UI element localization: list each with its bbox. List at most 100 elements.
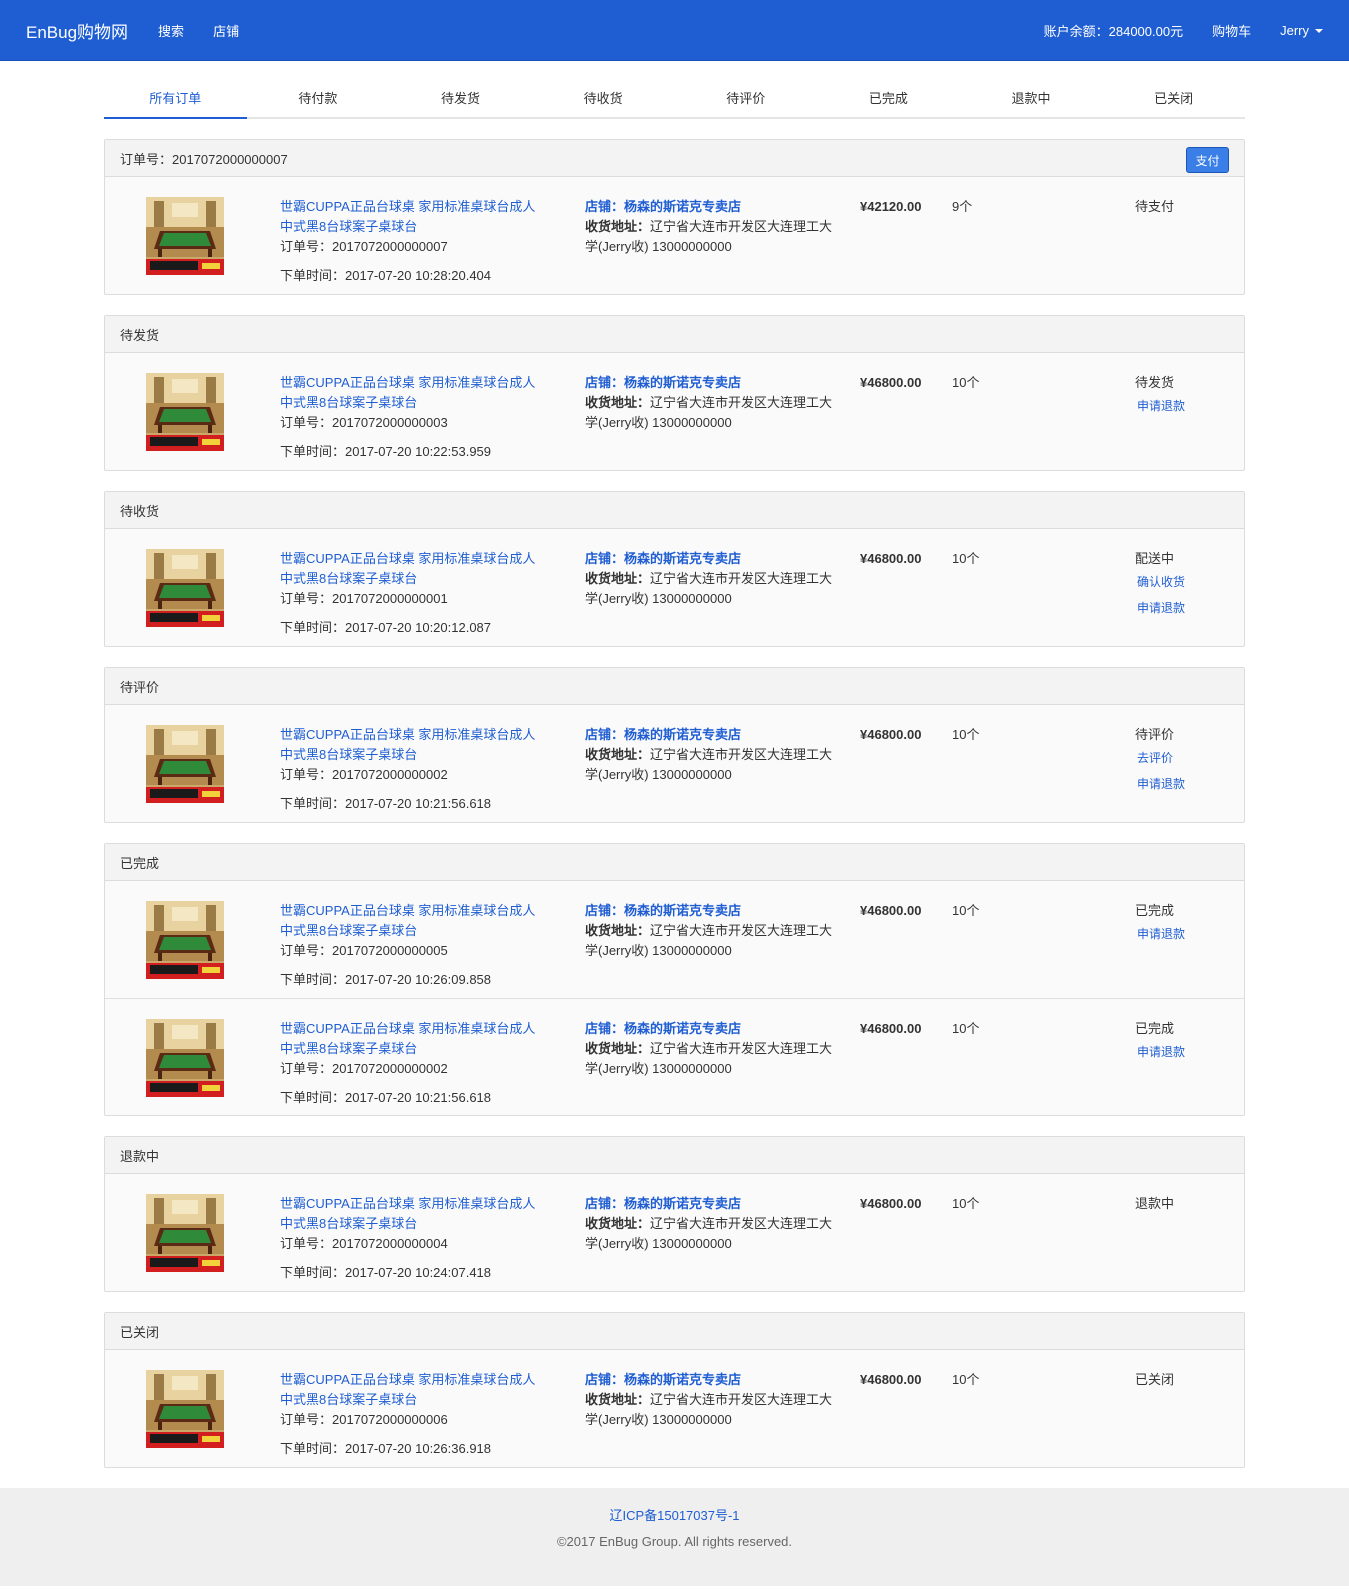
- order-tabs: 所有订单 待付款 待发货 待收货 待评价 已完成 退款中 已关闭: [104, 81, 1245, 119]
- tab-3[interactable]: 待收货: [532, 81, 675, 117]
- order-number: 订单号：2017072000000005: [280, 943, 448, 958]
- shop-name-link[interactable]: 店铺：杨森的斯诺克专卖店: [585, 1019, 845, 1039]
- shop-name-link[interactable]: 店铺：杨森的斯诺克专卖店: [585, 549, 845, 569]
- shop-name-link[interactable]: 店铺：杨森的斯诺克专卖店: [585, 197, 845, 217]
- icp-link[interactable]: 辽ICP备15017037号-1: [0, 1506, 1349, 1526]
- shipping-address: 收货地址：辽宁省大连市开发区大连理工大: [585, 217, 845, 237]
- product-info: 世霸CUPPA正品台球桌 家用标准桌球台成人 中式黑8台球案子桌球台 订单号：201…: [280, 549, 560, 638]
- shipping-address: 收货地址：辽宁省大连市开发区大连理工大: [585, 745, 845, 765]
- tab-1[interactable]: 待付款: [247, 81, 390, 117]
- product-title-line1[interactable]: 世霸CUPPA正品台球桌 家用标准桌球台成人: [280, 197, 560, 217]
- product-title-line2[interactable]: 中式黑8台球案子桌球台: [280, 393, 560, 413]
- order-action-link[interactable]: 申请退款: [1137, 924, 1185, 944]
- shop-info: 店铺：杨森的斯诺克专卖店 收货地址：辽宁省大连市开发区大连理工大学(Jerry收)…: [585, 725, 845, 785]
- address-line1: 辽宁省大连市开发区大连理工大: [650, 395, 833, 410]
- product-thumbnail[interactable]: [146, 1194, 224, 1272]
- order-panel: 已关闭 世霸CUPPA正品台球桌 家用标准桌球台成人 中式黑8台球案子桌球台 订单号：…: [104, 1312, 1245, 1468]
- tab-5[interactable]: 已完成: [817, 81, 960, 117]
- tab-4[interactable]: 待评价: [675, 81, 818, 117]
- tab-7[interactable]: 已关闭: [1102, 81, 1245, 117]
- order-time: 下单时间：2017-07-20 10:20:12.087: [280, 620, 492, 635]
- order-panel-header: 退款中: [105, 1137, 1244, 1174]
- shop-name-link[interactable]: 店铺：杨森的斯诺克专卖店: [585, 1370, 845, 1390]
- address-label: 收货地址：: [585, 1392, 651, 1407]
- address-line2: 学(Jerry收) 13000000000: [585, 415, 732, 430]
- address-label: 收货地址：: [585, 571, 651, 586]
- product-title-line1[interactable]: 世霸CUPPA正品台球桌 家用标准桌球台成人: [280, 373, 560, 393]
- product-title-line1[interactable]: 世霸CUPPA正品台球桌 家用标准桌球台成人: [280, 725, 560, 745]
- product-title-line2[interactable]: 中式黑8台球案子桌球台: [280, 1214, 560, 1234]
- product-info: 世霸CUPPA正品台球桌 家用标准桌球台成人 中式黑8台球案子桌球台 订单号：201…: [280, 373, 560, 462]
- product-title-line2[interactable]: 中式黑8台球案子桌球台: [280, 1390, 560, 1410]
- tab-2[interactable]: 待发货: [389, 81, 532, 117]
- order-panel: 已完成 世霸CUPPA正品台球桌 家用标准桌球台成人 中式黑8台球案子桌球台 订单号：…: [104, 843, 1245, 1116]
- order-status-cell: 已关闭: [1135, 1370, 1174, 1390]
- shop-name-link[interactable]: 店铺：杨森的斯诺克专卖店: [585, 901, 845, 921]
- product-thumbnail[interactable]: [146, 1019, 224, 1097]
- order-quantity: 10个: [952, 903, 980, 918]
- pay-button[interactable]: 支付: [1186, 147, 1229, 173]
- shop-name-link[interactable]: 店铺：杨森的斯诺克专卖店: [585, 725, 845, 745]
- shop-name-link[interactable]: 店铺：杨森的斯诺克专卖店: [585, 1194, 845, 1214]
- product-title-line1[interactable]: 世霸CUPPA正品台球桌 家用标准桌球台成人: [280, 1370, 560, 1390]
- tab-0[interactable]: 所有订单: [104, 81, 247, 119]
- product-title-line2[interactable]: 中式黑8台球案子桌球台: [280, 745, 560, 765]
- address-label: 收货地址：: [585, 747, 651, 762]
- order-time: 下单时间：2017-07-20 10:24:07.418: [280, 1265, 492, 1280]
- address-line2: 学(Jerry收) 13000000000: [585, 767, 732, 782]
- order-price: ¥42120.00: [860, 199, 922, 214]
- product-title-line2[interactable]: 中式黑8台球案子桌球台: [280, 569, 560, 589]
- order-action-link[interactable]: 去评价: [1137, 748, 1185, 768]
- product-info: 世霸CUPPA正品台球桌 家用标准桌球台成人 中式黑8台球案子桌球台 订单号：201…: [280, 197, 560, 286]
- address-line2: 学(Jerry收) 13000000000: [585, 591, 732, 606]
- product-thumbnail[interactable]: [146, 725, 224, 803]
- order-time: 下单时间：2017-07-20 10:21:56.618: [280, 796, 492, 811]
- product-thumbnail[interactable]: [146, 373, 224, 451]
- product-title-line1[interactable]: 世霸CUPPA正品台球桌 家用标准桌球台成人: [280, 901, 560, 921]
- address-line1: 辽宁省大连市开发区大连理工大: [650, 219, 833, 234]
- product-title-line1[interactable]: 世霸CUPPA正品台球桌 家用标准桌球台成人: [280, 1019, 560, 1039]
- product-thumbnail[interactable]: [146, 549, 224, 627]
- order-status-cell: 待评价 去评价 申请退款: [1135, 725, 1185, 794]
- shop-info: 店铺：杨森的斯诺克专卖店 收货地址：辽宁省大连市开发区大连理工大 学(Jerry收)…: [585, 373, 845, 433]
- brand-logo[interactable]: EnBug购物网: [26, 18, 128, 43]
- nav-shop-link[interactable]: 店铺: [213, 21, 239, 40]
- product-title-line1[interactable]: 世霸CUPPA正品台球桌 家用标准桌球台成人: [280, 1194, 560, 1214]
- product-thumbnail[interactable]: [146, 1370, 224, 1448]
- order-panel: 待发货世霸CUPPA正品台球桌 家用标准桌球台成人 中式黑8台球案子桌球台 订单号：…: [104, 315, 1245, 471]
- panel-header-title: 已完成: [120, 855, 160, 871]
- order-row: 世霸CUPPA正品台球桌 家用标准桌球台成人 中式黑8台球案子桌球台 订单号：201…: [105, 1350, 1244, 1467]
- shop-info: 店铺：杨森的斯诺克专卖店 收货地址：辽宁省大连市开发区大连理工大 学(Jerry收)…: [585, 901, 845, 961]
- nav-cart-link[interactable]: 购物车: [1212, 21, 1251, 40]
- shop-name-link[interactable]: 店铺：杨森的斯诺克专卖店: [585, 373, 845, 393]
- order-price: ¥46800.00: [860, 375, 922, 390]
- address-line1: 辽宁省大连市开发区大连理工大: [650, 923, 833, 938]
- product-info: 世霸CUPPA正品台球桌 家用标准桌球台成人 中式黑8台球案子桌球台 订单号：201…: [280, 1370, 560, 1459]
- shop-info: 店铺：杨森的斯诺克专卖店 收货地址：辽宁省大连市开发区大连理工大 学(Jerry收)…: [585, 549, 845, 609]
- order-action-link[interactable]: 申请退款: [1137, 396, 1185, 416]
- product-thumbnail[interactable]: [146, 901, 224, 979]
- order-status: 待支付: [1135, 199, 1175, 214]
- address-line1: 辽宁省大连市开发区大连理工大: [650, 1392, 833, 1407]
- product-title-line2[interactable]: 中式黑8台球案子桌球台: [280, 1039, 560, 1059]
- order-price: ¥46800.00: [860, 1021, 922, 1036]
- order-action-link[interactable]: 申请退款: [1137, 774, 1185, 794]
- panel-header-title: 待收货: [120, 503, 160, 519]
- copyright-text: ©2017 EnBug Group. All rights reserved.: [556, 1534, 793, 1549]
- product-info: 世霸CUPPA正品台球桌 家用标准桌球台成人 中式黑8台球案子桌球台订单号：201…: [280, 901, 560, 990]
- shop-info: 店铺：杨森的斯诺克专卖店 收货地址：辽宁省大连市开发区大连理工大 学(Jerry收)…: [585, 1194, 845, 1254]
- product-title-line2[interactable]: 中式黑8台球案子桌球台: [280, 217, 560, 237]
- product-thumbnail[interactable]: [146, 197, 224, 275]
- user-menu[interactable]: Jerry: [1280, 23, 1323, 38]
- shipping-address: 收货地址：辽宁省大连市开发区大连理工大: [585, 921, 845, 941]
- nav-search-link[interactable]: 搜索: [158, 21, 184, 40]
- order-panel-header: 待发货: [105, 316, 1244, 353]
- tab-6[interactable]: 退款中: [960, 81, 1103, 117]
- footer: 辽ICP备15017037号-1 ©2017 EnBug Group. All …: [0, 1488, 1349, 1586]
- product-title-line2[interactable]: 中式黑8台球案子桌球台: [280, 921, 560, 941]
- order-action-link[interactable]: 申请退款: [1137, 1042, 1185, 1062]
- address-label: 收货地址：: [585, 219, 651, 234]
- order-action-link[interactable]: 申请退款: [1137, 598, 1185, 618]
- product-title-line1[interactable]: 世霸CUPPA正品台球桌 家用标准桌球台成人: [280, 549, 560, 569]
- order-action-link[interactable]: 确认收货: [1137, 572, 1185, 592]
